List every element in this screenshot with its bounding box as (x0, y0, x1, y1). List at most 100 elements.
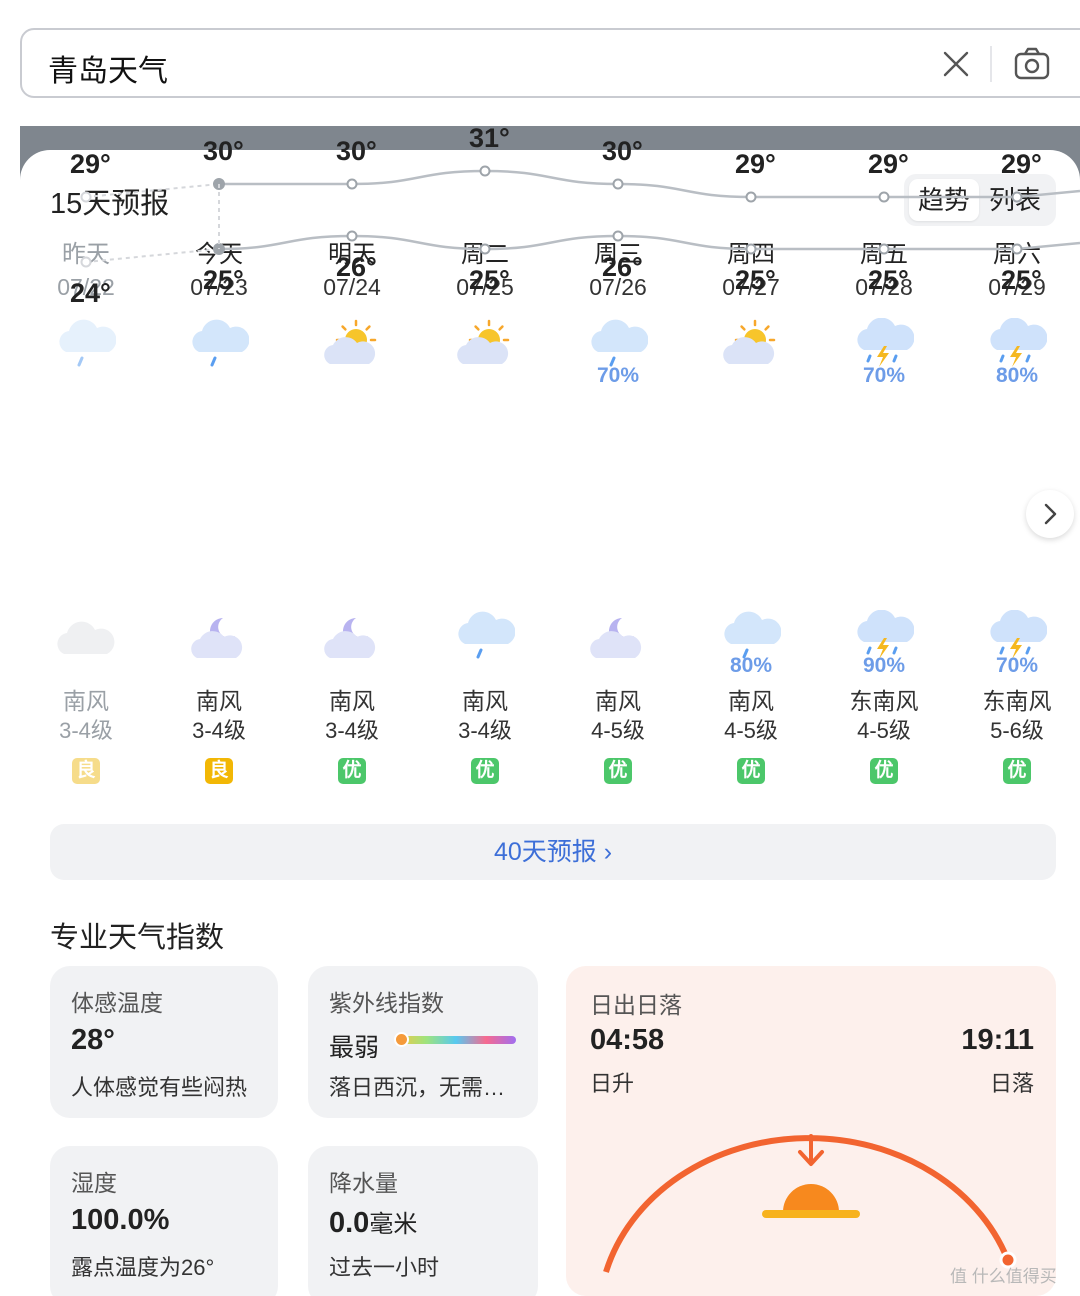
wind-level: 3-4级 (325, 718, 379, 743)
tile-title: 湿度 (71, 1170, 117, 1196)
feels-like-tile[interactable]: 体感温度 28° 人体感觉有些闷热 (50, 966, 278, 1118)
low-temp-label: 26° (602, 252, 643, 282)
wind-aqi-block: 南风 4-5级 优 (552, 686, 684, 784)
low-temp-label: 25° (203, 265, 244, 295)
feels-like-value: 28° (71, 1024, 115, 1056)
wind-aqi-block: 东南风 5-6级 优 (951, 686, 1080, 784)
cloudy-icon (57, 621, 115, 654)
tile-title: 紫外线指数 (329, 990, 444, 1016)
low-temp-point (612, 230, 624, 242)
aqi-badge: 优 (1003, 758, 1031, 784)
high-temp-label: 29° (1001, 149, 1042, 179)
high-temp-label: 29° (735, 149, 776, 179)
rain-icon (458, 611, 515, 659)
high-temp-point (80, 191, 92, 203)
high-temp-label: 29° (70, 149, 111, 179)
low-temp-label: 25° (868, 265, 909, 295)
night-precip-chance: 80% (729, 654, 773, 677)
precipitation-tile[interactable]: 降水量 0.0毫米 过去一小时 (308, 1146, 538, 1296)
wind-direction: 南风 (728, 688, 774, 714)
aqi-badge: 优 (604, 758, 632, 784)
night-precip-chance: 70% (995, 654, 1039, 677)
low-temp-label: 24° (70, 278, 111, 308)
close-icon[interactable] (940, 48, 972, 80)
low-temp-label: 25° (1001, 265, 1042, 295)
high-temp-label: 30° (336, 136, 377, 166)
wind-aqi-block: 南风 4-5级 优 (685, 686, 817, 784)
weather-card: 15天预报 趋势 列表 昨天 07/22 南风 3-4级 良 今天 07/23 … (20, 123, 1080, 1296)
high-temp-point (346, 178, 358, 190)
high-temp-label: 30° (203, 136, 244, 166)
aqi-badge: 良 (72, 758, 100, 784)
wind-level: 4-5级 (857, 718, 911, 743)
wind-aqi-block: 南风 3-4级 优 (286, 686, 418, 784)
aqi-badge: 优 (870, 758, 898, 784)
chevron-right-icon (1044, 503, 1057, 525)
feels-like-desc: 人体感觉有些闷热 (71, 1075, 248, 1100)
precip-amount: 0.0 (329, 1207, 370, 1239)
wind-direction: 南风 (196, 688, 242, 714)
next-page-button[interactable] (1026, 490, 1074, 538)
uv-tile[interactable]: 紫外线指数 最弱 落日西沉，无需… (308, 966, 538, 1118)
wind-direction: 东南风 (849, 688, 919, 714)
precip-unit: 毫米 (369, 1211, 418, 1238)
uv-desc: 落日西沉，无需… (329, 1075, 506, 1100)
tile-title: 体感温度 (71, 990, 163, 1016)
moon-cloud-icon (590, 618, 642, 658)
low-temp-point (878, 243, 890, 255)
uv-scale-bar (396, 1036, 516, 1044)
sun-arc-graphic (603, 1134, 1017, 1273)
low-temp-point (346, 230, 358, 242)
indices-title: 专业天气指数 (50, 922, 225, 954)
wind-aqi-block: 东南风 4-5级 优 (818, 686, 950, 784)
watermark: 值 什么值得买 (950, 1267, 1057, 1286)
low-temp-label: 25° (469, 265, 510, 295)
precip-value: 0.0毫米 (329, 1204, 417, 1240)
aqi-badge: 优 (471, 758, 499, 784)
sunrise-sunset-tile[interactable]: 日出日落 04:58 日升 19:11 日落 (566, 966, 1056, 1296)
sun-icon (783, 1184, 839, 1212)
high-temp-point (1011, 191, 1023, 203)
low-temp-point (479, 243, 491, 255)
wind-direction: 南风 (63, 688, 109, 714)
temperature-chart (80, 165, 1080, 268)
wind-level: 5-6级 (990, 718, 1044, 743)
wind-direction: 南风 (329, 688, 375, 714)
search-bar[interactable]: 青岛天气 (20, 28, 1080, 98)
aqi-badge: 优 (737, 758, 765, 784)
low-temp-point (745, 243, 757, 255)
divider (990, 46, 992, 82)
night-precip-chance: 90% (862, 654, 906, 677)
wind-level: 3-4级 (192, 718, 246, 743)
forty-day-forecast-button[interactable]: 40天预报 › (50, 824, 1056, 880)
low-temp-point (1011, 243, 1023, 255)
wind-aqi-block: 南风 3-4级 良 (20, 686, 152, 784)
humidity-value: 100.0% (71, 1204, 170, 1236)
low-temp-point (80, 256, 92, 268)
wind-aqi-block: 南风 3-4级 良 (153, 686, 285, 784)
tile-title: 降水量 (329, 1170, 398, 1196)
wind-direction: 南风 (595, 688, 641, 714)
high-temp-point (745, 191, 757, 203)
camera-icon[interactable] (1012, 44, 1052, 84)
uv-value: 最弱 (329, 1034, 380, 1062)
high-temp-label: 30° (602, 136, 643, 166)
wind-level: 4-5级 (591, 718, 645, 743)
low-temp-label: 26° (336, 252, 377, 282)
search-input[interactable]: 青岛天气 (48, 46, 168, 90)
wind-level: 3-4级 (59, 718, 113, 743)
high-temp-past-segment (85, 183, 220, 198)
horizon-line (762, 1210, 860, 1218)
high-temp-label: 31° (469, 123, 510, 153)
aqi-badge: 优 (338, 758, 366, 784)
high-temp-point (612, 178, 624, 190)
high-temp-point (479, 165, 491, 177)
uv-level-marker (394, 1032, 409, 1047)
wind-direction: 南风 (462, 688, 508, 714)
wind-aqi-block: 南风 3-4级 优 (419, 686, 551, 784)
humidity-tile[interactable]: 湿度 100.0% 露点温度为26° (50, 1146, 278, 1296)
wind-direction: 东南风 (982, 688, 1052, 714)
low-temp-past-segment (85, 248, 220, 263)
wind-level: 3-4级 (458, 718, 512, 743)
wind-level: 4-5级 (724, 718, 778, 743)
